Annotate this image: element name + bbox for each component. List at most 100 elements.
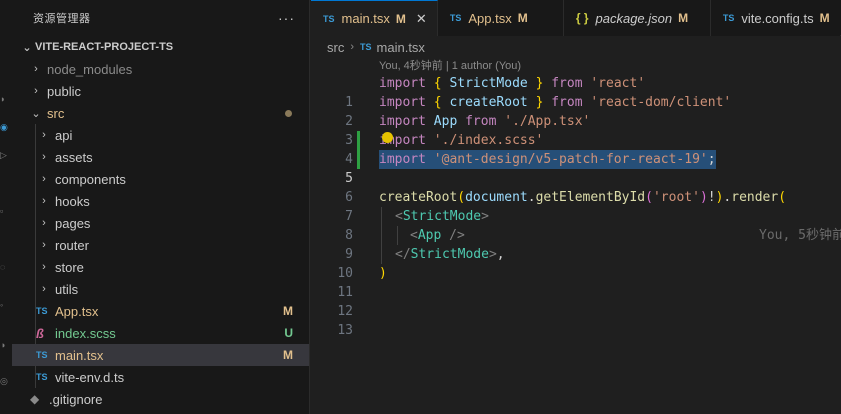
modified-dot-icon [285, 109, 292, 117]
explorer-icon[interactable]: ◗ [0, 94, 8, 104]
line-text: import App from './App.tsx' [379, 114, 591, 129]
tree-item-gitignore[interactable]: ◆ .gitignore [12, 388, 309, 410]
indent-guide [381, 226, 382, 245]
code-line-4: 4 import './index.scss' [311, 131, 841, 167]
tree-item-main-tsx[interactable]: TS main.tsx M [12, 344, 309, 366]
code-line-11: 11 ) [311, 264, 841, 300]
explorer-header: 资源管理器 ··· [12, 0, 309, 36]
tab-vite-config[interactable]: TS vite.config.ts M [710, 0, 840, 36]
tab-package-json[interactable]: { } package.json M [563, 0, 711, 36]
line-text: import { StrictMode } from 'react' [379, 76, 646, 91]
tree-item-label: utils [55, 281, 79, 297]
tab-label: package.json [595, 10, 673, 26]
testing-icon[interactable]: ◦ [0, 300, 8, 310]
line-text: createRoot(document.getElementById('root… [379, 190, 787, 205]
lightbulb-icon[interactable] [382, 132, 393, 143]
tree-item-pages[interactable]: › pages [12, 212, 309, 234]
chevron-down-icon: ⌄ [31, 107, 41, 120]
explorer-sidebar: 资源管理器 ··· ⌄ VITE-REACT-PROJECT-TS › node… [12, 0, 310, 414]
tree-item-components[interactable]: › components [12, 168, 309, 190]
remote-icon[interactable]: ◌ [0, 262, 8, 272]
typescript-file-icon: TS [722, 13, 735, 23]
git-added-bar [357, 131, 360, 150]
tree-item-vite-env[interactable]: TS vite-env.d.ts [12, 366, 309, 388]
code-line-6: 6 [311, 169, 841, 205]
tab-modified-mark: M [678, 11, 689, 25]
code-line-1: 1 import { StrictMode } from 'react' [311, 74, 841, 110]
line-text: <App /> [410, 228, 465, 243]
chevron-right-icon: › [34, 85, 38, 97]
code-line-13: 13 [311, 302, 841, 338]
git-status-badge: M [283, 348, 293, 362]
line-text: import './index.scss' [379, 133, 544, 148]
tree-item-label: assets [55, 149, 93, 165]
code-line-7: 7 createRoot(document.getElementById('ro… [311, 188, 841, 224]
code-line-9: 9 <App /> [311, 226, 841, 262]
indent-guide [381, 245, 382, 264]
chevron-right-icon: › [34, 63, 38, 75]
tree-item-label: router [55, 237, 89, 253]
breadcrumb-file[interactable]: main.tsx [377, 40, 425, 55]
chevron-right-icon: › [42, 217, 46, 229]
tab-label: vite.config.ts [741, 10, 814, 26]
editor-area: TS main.tsx M ✕ TS App.tsx M { } package… [311, 0, 841, 414]
git-file-icon: ◆ [30, 392, 40, 406]
tree-item-label: App.tsx [55, 303, 99, 319]
typescript-file-icon: TS [36, 372, 48, 382]
more-actions-button[interactable]: ··· [278, 10, 295, 26]
breadcrumb: src › TS main.tsx [311, 36, 841, 58]
project-root[interactable]: ⌄ VITE-REACT-PROJECT-TS [12, 36, 309, 58]
git-status-badge: M [283, 304, 293, 318]
chevron-down-icon: ⌄ [22, 41, 32, 54]
tab-app-tsx[interactable]: TS App.tsx M [437, 0, 564, 36]
tree-item-api[interactable]: › api [12, 124, 309, 146]
codelens-blame[interactable]: You, 4秒钟前 | 1 author (You) [311, 58, 841, 74]
breadcrumb-folder[interactable]: src [327, 40, 344, 55]
activity-bar: ◗ ◉ ▷ ▫ ◌ ◦ ◑ ◎ [0, 0, 12, 414]
explorer-title: 资源管理器 [33, 13, 91, 25]
tree-item-label: api [55, 127, 73, 143]
tree-item-label: pages [55, 215, 91, 231]
accounts-icon[interactable]: ◑ [0, 340, 8, 350]
tree-item-store[interactable]: › store [12, 256, 309, 278]
tree-item-label: store [55, 259, 84, 275]
code-editor[interactable]: 1 import { StrictMode } from 'react' 2 i… [311, 74, 841, 338]
tree-item-label: src [47, 105, 65, 121]
line-text: import { createRoot } from 'react-dom/cl… [379, 95, 732, 110]
source-control-icon[interactable]: ◉ [0, 122, 8, 132]
tree-item-public[interactable]: › public [12, 80, 309, 102]
tree-item-assets[interactable]: › assets [12, 146, 309, 168]
code-line-8: 8 <StrictMode> [311, 207, 841, 243]
tree-item-utils[interactable]: › utils [12, 278, 309, 300]
tree-item-label: components [55, 171, 126, 187]
tree-item-label: public [47, 83, 81, 99]
code-line-5: 5 import '@ant-design/v5-patch-for-react… [311, 150, 841, 243]
tree-item-src[interactable]: ⌄ src [12, 102, 309, 124]
tree-item-label: vite-env.d.ts [55, 369, 125, 385]
selected-line-text: import '@ant-design/v5-patch-for-react-1… [379, 150, 716, 169]
chevron-right-icon: › [42, 129, 46, 141]
chevron-right-icon: › [42, 283, 46, 295]
typescript-file-icon: TS [36, 306, 48, 316]
close-icon[interactable]: ✕ [416, 11, 427, 27]
scss-file-icon: ß [36, 325, 44, 341]
project-name: VITE-REACT-PROJECT-TS [35, 41, 174, 53]
run-icon[interactable]: ▷ [0, 150, 8, 160]
chevron-right-icon: › [42, 261, 46, 273]
chevron-right-icon: › [42, 239, 46, 251]
settings-icon[interactable]: ◎ [0, 376, 8, 386]
tree-item-router[interactable]: › router [12, 234, 309, 256]
tree-item-node-modules[interactable]: › node_modules [12, 58, 309, 80]
typescript-file-icon: TS [36, 350, 48, 360]
chevron-right-icon: › [350, 41, 355, 53]
tab-main-tsx[interactable]: TS main.tsx M ✕ [311, 0, 438, 36]
indent-guide [381, 207, 382, 226]
tree-item-label: .gitignore [49, 391, 103, 407]
tree-item-app-tsx[interactable]: TS App.tsx M [12, 300, 309, 322]
tree-item-index-scss[interactable]: ß index.scss U [12, 322, 309, 344]
chevron-right-icon: › [42, 173, 46, 185]
tab-modified-mark: M [395, 11, 406, 26]
tree-item-hooks[interactable]: › hooks [12, 190, 309, 212]
extensions-icon[interactable]: ▫ [0, 206, 8, 216]
editor-tabs: TS main.tsx M ✕ TS App.tsx M { } package… [311, 0, 841, 36]
